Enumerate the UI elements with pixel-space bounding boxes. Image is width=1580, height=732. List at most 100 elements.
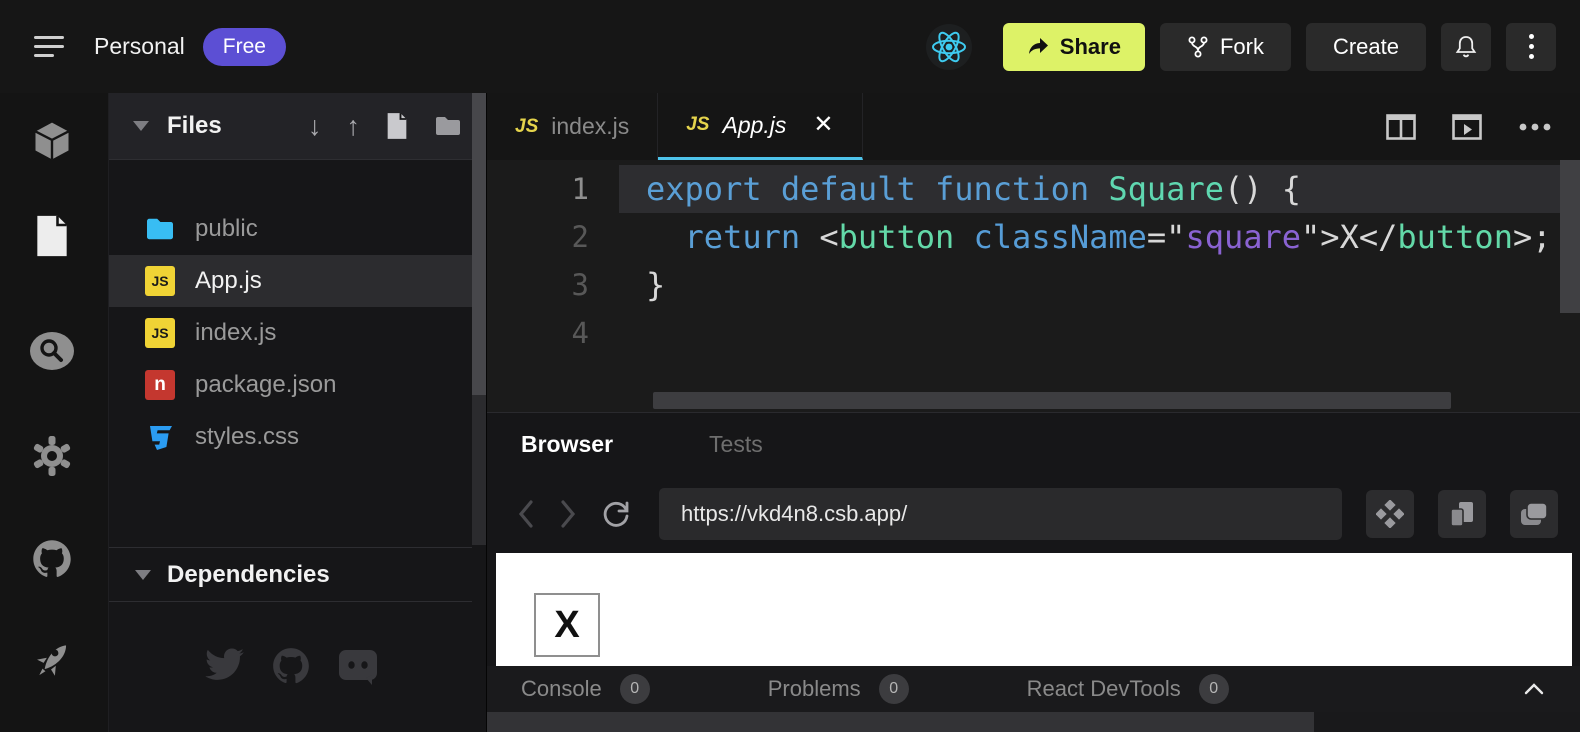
count-badge: 0 [1199, 674, 1229, 704]
file-row-app-js[interactable]: JS App.js [109, 255, 486, 307]
more-options-icon[interactable] [1518, 123, 1552, 131]
code-text: } [619, 261, 1580, 309]
files-actions: ↓ ↑ [308, 112, 462, 140]
split-view-icon[interactable] [1386, 114, 1416, 140]
tab-tests[interactable]: Tests [709, 431, 763, 458]
code-line[interactable]: 3} [487, 261, 1580, 309]
code-editor[interactable]: 1export default function Square() {2 ret… [487, 160, 1580, 412]
editor-vertical-scrollbar[interactable] [1560, 160, 1580, 313]
code-text: return <button className="square">X</but… [619, 213, 1580, 261]
file-row-index-js[interactable]: JS index.js [109, 307, 486, 359]
forward-icon[interactable] [559, 499, 577, 529]
files-section-header[interactable]: Files ↓ ↑ [109, 93, 486, 160]
share-arrow-icon [1027, 37, 1049, 57]
download-icon[interactable]: ↓ [308, 113, 322, 140]
preview-horizontal-scrollbar [487, 712, 1580, 732]
code-lines: 1export default function Square() {2 ret… [487, 165, 1580, 357]
preview-tabs: Browser Tests [487, 413, 1580, 475]
scrollbar-thumb[interactable] [472, 93, 486, 395]
scrollbar-track [472, 395, 486, 545]
line-number: 3 [487, 268, 619, 302]
editor-column: JS index.js JS App.js ✕ [486, 93, 1580, 732]
count-badge: 0 [879, 674, 909, 704]
preview-window-icon[interactable] [1452, 114, 1482, 140]
new-folder-icon[interactable] [434, 114, 462, 138]
folder-icon [145, 216, 175, 242]
editor-horizontal-scrollbar[interactable] [653, 392, 1451, 409]
tab-index-js[interactable]: JS index.js [487, 93, 658, 160]
file-row-package-json[interactable]: n package.json [109, 359, 486, 411]
header-actions: Share Fork Create [926, 23, 1556, 71]
code-line[interactable]: 1export default function Square() { [487, 165, 1580, 213]
chevron-down-icon [133, 121, 149, 131]
devtools-diamond-icon[interactable] [1366, 490, 1414, 538]
code-text [619, 309, 1580, 357]
share-button[interactable]: Share [1003, 23, 1145, 71]
js-file-icon: JS [145, 266, 175, 296]
console-tab[interactable]: Console 0 [521, 674, 650, 704]
browser-pane: Browser Tests [487, 412, 1580, 732]
js-file-icon: JS [686, 114, 709, 136]
kebab-menu-icon [1529, 34, 1534, 59]
twitter-icon[interactable] [202, 645, 246, 687]
file-row-public[interactable]: public [109, 203, 486, 255]
search-icon[interactable] [28, 327, 76, 375]
fork-icon [1187, 35, 1209, 59]
file-explorer: Files ↓ ↑ public JS App.js [108, 93, 486, 732]
tab-app-js[interactable]: JS App.js ✕ [658, 93, 862, 160]
chevron-up-icon[interactable] [1524, 683, 1544, 695]
responsive-preview-icon[interactable] [1438, 490, 1486, 538]
chevron-down-icon [135, 570, 151, 580]
dependencies-section-header[interactable]: Dependencies [109, 547, 472, 602]
devtools-bar: Console 0 Problems 0 React DevTools 0 [487, 666, 1580, 712]
file-list: public JS App.js JS index.js n package.j… [109, 160, 486, 463]
npm-file-icon: n [145, 370, 175, 400]
url-input[interactable] [659, 488, 1342, 540]
upload-icon[interactable]: ↑ [347, 113, 361, 140]
more-options-button[interactable] [1506, 23, 1556, 71]
count-badge: 0 [620, 674, 650, 704]
code-line[interactable]: 4 [487, 309, 1580, 357]
new-file-icon[interactable] [385, 112, 409, 140]
activity-rail [0, 93, 108, 732]
code-line[interactable]: 2 return <button className="square">X</b… [487, 213, 1580, 261]
github-icon[interactable] [28, 535, 76, 583]
sandbox-cube-icon[interactable] [28, 117, 76, 165]
settings-gear-icon[interactable] [28, 432, 76, 480]
react-devtools-tab[interactable]: React DevTools 0 [1027, 674, 1229, 704]
open-new-window-icon[interactable] [1510, 490, 1558, 538]
refresh-icon[interactable] [601, 499, 631, 529]
rocket-icon[interactable] [28, 637, 76, 685]
social-links [109, 645, 472, 687]
github-icon[interactable] [270, 645, 312, 687]
notifications-button[interactable] [1441, 23, 1491, 71]
react-logo-icon [926, 24, 972, 70]
explorer-scrollbar[interactable] [472, 93, 486, 545]
file-row-styles-css[interactable]: styles.css [109, 411, 486, 463]
bell-icon [1454, 34, 1478, 60]
discord-icon[interactable] [336, 645, 380, 687]
plan-badge: Free [203, 28, 286, 66]
workspace-name[interactable]: Personal [94, 33, 185, 60]
line-number: 4 [487, 316, 619, 350]
back-icon[interactable] [517, 499, 535, 529]
create-button[interactable]: Create [1306, 23, 1426, 71]
editor-tabbar: JS index.js JS App.js ✕ [487, 93, 1580, 160]
tab-browser[interactable]: Browser [521, 431, 613, 458]
menu-hamburger-icon[interactable] [34, 34, 68, 60]
code-text: export default function Square() { [619, 165, 1580, 213]
top-header: Personal Free Share [0, 0, 1580, 93]
scrollbar-thumb[interactable] [487, 712, 1314, 732]
files-icon[interactable] [28, 212, 76, 260]
square-x-button[interactable]: X [534, 593, 600, 657]
js-file-icon: JS [145, 318, 175, 348]
files-title: Files [167, 112, 222, 140]
browser-preview: X [496, 553, 1572, 666]
fork-button[interactable]: Fork [1160, 23, 1291, 71]
close-icon[interactable]: ✕ [813, 113, 833, 137]
main-area: Files ↓ ↑ public JS App.js [0, 93, 1580, 732]
dependencies-title: Dependencies [167, 561, 330, 589]
line-number: 1 [487, 172, 619, 206]
problems-tab[interactable]: Problems 0 [768, 674, 909, 704]
css-file-icon [145, 422, 175, 452]
